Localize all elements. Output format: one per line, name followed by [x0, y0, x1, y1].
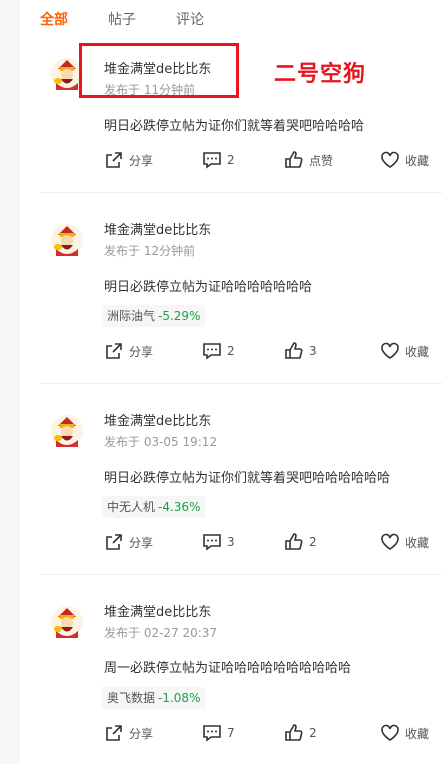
author-name[interactable]: 堆金满堂de比比东: [104, 219, 211, 238]
annotation-label: 二号空狗: [274, 62, 367, 87]
thumbs-up-icon: [285, 342, 303, 359]
like-button[interactable]: 点赞: [284, 149, 333, 171]
comment-icon: [203, 534, 221, 551]
heart-icon: [381, 151, 399, 168]
share-icon: [106, 152, 122, 168]
author-name[interactable]: 堆金满堂de比比东: [104, 601, 211, 620]
like-button[interactable]: 3: [284, 340, 317, 362]
share-label: 分享: [129, 153, 154, 168]
favorite-label: 收藏: [405, 344, 430, 359]
highlight-box: [79, 43, 239, 98]
comment-button[interactable]: 2: [202, 340, 235, 362]
share-label: 分享: [129, 726, 154, 741]
post-time: 发布于 03-05 19:12: [104, 435, 218, 449]
share-button[interactable]: 分享: [104, 531, 153, 553]
post-item: 堆金满堂de比比东 发布于 03-05 19:12 明日必跌停立帖为证你们就等着…: [40, 384, 442, 574]
favorite-label: 收藏: [405, 153, 430, 168]
comment-count: 2: [227, 153, 235, 167]
like-count: 2: [309, 535, 317, 549]
stock-change: -1.08%: [158, 691, 201, 705]
post-content[interactable]: 周一必跌停立帖为证哈哈哈哈哈哈哈哈哈哈: [104, 657, 351, 676]
author-name[interactable]: 堆金满堂de比比东: [104, 410, 211, 429]
favorite-button[interactable]: 收藏: [380, 722, 429, 744]
share-icon: [106, 343, 122, 359]
page: 全部 帖子 评论 堆金满堂de比比东 发布于 11分钟前 明日必跌停立帖为证你们…: [0, 0, 442, 764]
post-time: 发布于 02-27 20:37: [104, 626, 218, 640]
favorite-label: 收藏: [405, 726, 430, 741]
post-item: 堆金满堂de比比东 发布于 12分钟前 明日必跌停立帖为证哈哈哈哈哈哈哈 洲际油…: [40, 193, 442, 383]
comment-icon: [203, 152, 221, 169]
post-content[interactable]: 明日必跌停立帖为证你们就等着哭吧哈哈哈哈: [104, 115, 364, 134]
share-label: 分享: [129, 535, 154, 550]
comment-button[interactable]: 2: [202, 149, 235, 171]
post-content[interactable]: 明日必跌停立帖为证哈哈哈哈哈哈哈: [104, 276, 312, 295]
comment-count: 2: [227, 344, 235, 358]
post-actions: 分享 3 2 收藏: [104, 531, 434, 553]
favorite-button[interactable]: 收藏: [380, 149, 429, 171]
comment-button[interactable]: 7: [202, 722, 235, 744]
stock-tag[interactable]: 洲际油气 -5.29%: [102, 305, 206, 327]
heart-icon: [381, 533, 399, 550]
heart-icon: [381, 724, 399, 741]
like-button[interactable]: 2: [284, 722, 317, 744]
comment-count: 7: [227, 726, 235, 740]
thumbs-up-icon: [285, 533, 303, 550]
post-actions: 分享 2 点赞 收藏: [104, 149, 434, 171]
share-button[interactable]: 分享: [104, 340, 153, 362]
stock-name: 洲际油气: [107, 309, 156, 323]
share-button[interactable]: 分享: [104, 722, 153, 744]
comment-button[interactable]: 3: [202, 531, 235, 553]
share-button[interactable]: 分享: [104, 149, 153, 171]
like-button[interactable]: 2: [284, 531, 317, 553]
favorite-label: 收藏: [405, 535, 430, 550]
favorite-button[interactable]: 收藏: [380, 340, 429, 362]
stock-name: 奥飞数据: [107, 691, 156, 705]
avatar[interactable]: [50, 223, 84, 257]
post-actions: 分享 7 2 收藏: [104, 722, 434, 744]
post-item: 堆金满堂de比比东 发布于 02-27 20:37 周一必跌停立帖为证哈哈哈哈哈…: [40, 575, 442, 764]
stock-change: -5.29%: [158, 309, 201, 323]
stock-change: -4.36%: [158, 500, 201, 514]
like-count: 2: [309, 726, 317, 740]
thumbs-up-icon: [285, 724, 303, 741]
comment-icon: [203, 725, 221, 742]
share-label: 分享: [129, 344, 154, 359]
avatar[interactable]: [50, 414, 84, 448]
left-gutter: [0, 0, 20, 764]
post-content[interactable]: 明日必跌停立帖为证你们就等着哭吧哈哈哈哈哈哈: [104, 467, 390, 486]
stock-tag[interactable]: 奥飞数据 -1.08%: [102, 687, 206, 709]
post-actions: 分享 2 3 收藏: [104, 340, 434, 362]
heart-icon: [381, 342, 399, 359]
like-count: 3: [309, 344, 317, 358]
like-label: 点赞: [309, 153, 334, 168]
share-icon: [106, 534, 122, 550]
post-time: 发布于 12分钟前: [104, 244, 196, 258]
comment-count: 3: [227, 535, 235, 549]
avatar[interactable]: [50, 605, 84, 639]
comment-icon: [203, 343, 221, 360]
stock-tag[interactable]: 中无人机 -4.36%: [102, 496, 206, 518]
favorite-button[interactable]: 收藏: [380, 531, 429, 553]
share-icon: [106, 725, 122, 741]
thumbs-up-icon: [285, 151, 303, 168]
stock-name: 中无人机: [107, 500, 156, 514]
